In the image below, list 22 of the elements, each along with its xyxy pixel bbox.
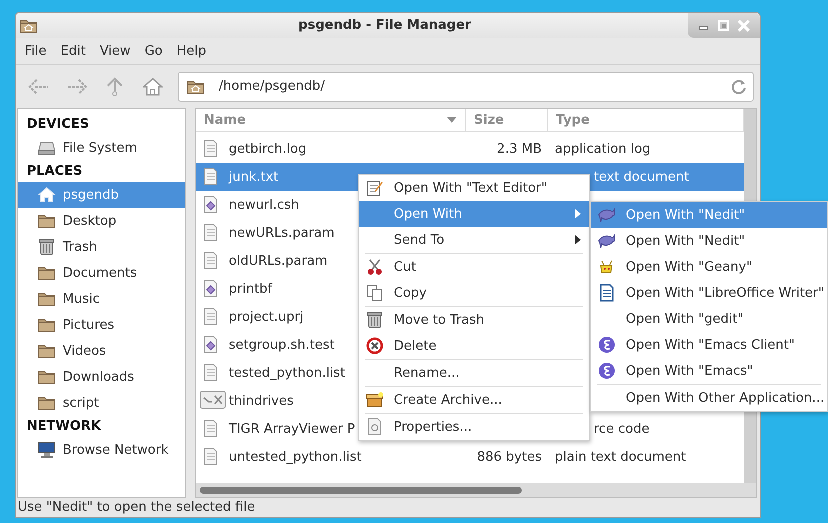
window-title: psgendb - File Manager — [298, 18, 472, 33]
file-name: untested_python.list — [229, 450, 362, 464]
file-name: thindrives — [229, 394, 294, 408]
file-name: newurl.csh — [229, 198, 300, 212]
file-type: application log — [554, 142, 652, 156]
file-name: getbirch.log — [229, 142, 307, 156]
status-text: Use "Nedit" to open the selected file — [18, 500, 256, 515]
file-name: printbf — [229, 282, 272, 296]
file-name: tested_python.list — [229, 366, 346, 380]
file-name: newURLs.param — [229, 226, 335, 240]
section-heading: NETWORK — [26, 418, 102, 436]
file-type: text document — [593, 170, 690, 184]
section-heading: PLACES — [26, 163, 84, 181]
file-name: oldURLs.param — [229, 254, 328, 268]
file-type: rce code — [593, 422, 651, 436]
file-size: 2.3 MB — [496, 142, 543, 156]
section-heading: DEVICES — [26, 116, 90, 134]
file-name: setgroup.sh.test — [229, 338, 335, 352]
file-size: 886 bytes — [476, 450, 543, 464]
file-name: junk.txt — [229, 170, 279, 184]
file-name: project.uprj — [229, 310, 304, 324]
file-type: plain text document — [554, 450, 688, 464]
